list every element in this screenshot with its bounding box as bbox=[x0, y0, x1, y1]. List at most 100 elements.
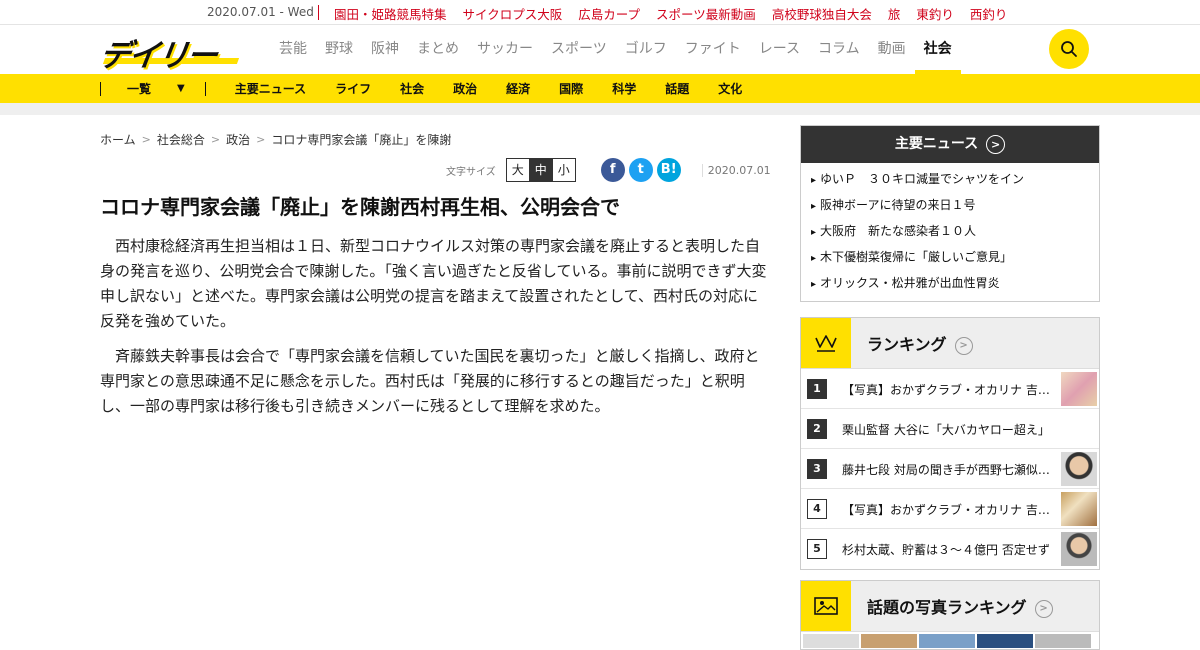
top-news-item[interactable]: 木下優樹菜復帰に「厳しいご意見」 bbox=[811, 245, 1099, 271]
subnav-item[interactable]: 経済 bbox=[506, 80, 530, 97]
article-headline: コロナ専門家会議「廃止」を陳謝西村再生相、公明会合で bbox=[100, 195, 620, 219]
ranking-title-text: 杉村太蔵、貯蓄は３～４億円 否定せず bbox=[842, 543, 1050, 557]
arrow-right-circle-icon: > bbox=[1034, 599, 1053, 618]
subnav-item[interactable]: 政治 bbox=[453, 80, 477, 97]
featured-link[interactable]: 園田・姫路競馬特集 bbox=[334, 4, 447, 23]
photo-ranking-header[interactable]: 話題の写真ランキング > bbox=[801, 581, 1099, 632]
article-date: 2020.07.01 bbox=[701, 163, 771, 177]
top-news-item[interactable]: 大阪府 新たな感染者１０人 bbox=[811, 219, 1099, 245]
nav-item[interactable]: 芸能 bbox=[270, 25, 316, 74]
sidebar: 主要ニュース > ゆいＰ ３０キロ減量でシャツをイン 阪神ボーアに待望の来日１号 … bbox=[800, 125, 1100, 650]
nav-item[interactable]: コラム bbox=[809, 25, 869, 74]
font-size-large-button[interactable]: 大 bbox=[505, 158, 530, 182]
subnav-item[interactable]: 社会 bbox=[400, 80, 424, 97]
ranking-thumbnail bbox=[1061, 452, 1097, 486]
top-news-title: 主要ニュース bbox=[894, 136, 979, 152]
sub-nav: 一覧 ▼ 主要ニュース ライフ 社会 政治 経済 国際 科学 話題 文化 bbox=[0, 74, 1200, 103]
arrow-right-circle-icon: > bbox=[986, 134, 1006, 154]
nav-item[interactable]: ゴルフ bbox=[616, 25, 676, 74]
article-paragraph: 西村康稔経済再生担当相は１日、新型コロナウイルス対策の専門家会議を廃止すると表明… bbox=[100, 237, 767, 330]
featured-links: 園田・姫路競馬特集 サイクロプス大阪 広島カープ スポーツ最新動画 高校野球独自… bbox=[334, 4, 1007, 23]
featured-link[interactable]: 広島カープ bbox=[578, 4, 640, 23]
photo-thumbnail[interactable] bbox=[977, 634, 1033, 648]
nav-item[interactable]: レース bbox=[750, 25, 809, 74]
ranking-thumbnail bbox=[1061, 492, 1097, 526]
photo-thumbnails bbox=[801, 632, 1099, 648]
article-body: 西村康稔経済再生担当相は１日、新型コロナウイルス対策の専門家会議を廃止すると表明… bbox=[100, 234, 770, 429]
ranking-title-text: 藤井七段 対局の聞き手が西野七瀬似… bbox=[842, 463, 1050, 477]
ranking-title: ランキング bbox=[867, 335, 947, 354]
ranking-row[interactable]: 4 【写真】おかずクラブ・オカリナ 吉… bbox=[801, 489, 1099, 529]
share-buttons: f t B! bbox=[600, 158, 681, 182]
chevron-right-icon: > bbox=[210, 133, 221, 146]
ranking-row[interactable]: 1 【写真】おかずクラブ・オカリナ 吉… bbox=[801, 369, 1099, 409]
ranking-box: ランキング > 1 【写真】おかずクラブ・オカリナ 吉… 2 栗山監督 大谷に「大… bbox=[800, 317, 1100, 570]
image-icon bbox=[801, 581, 851, 631]
top-news-item[interactable]: ゆいＰ ３０キロ減量でシャツをイン bbox=[811, 167, 1099, 193]
list-dropdown-label[interactable]: 一覧 bbox=[127, 80, 177, 97]
breadcrumb: ホーム > 社会総合 > 政治 > コロナ専門家会議「廃止」を陳謝 bbox=[100, 131, 451, 148]
font-size-medium-button[interactable]: 中 bbox=[528, 158, 553, 182]
ranking-row[interactable]: 3 藤井七段 対局の聞き手が西野七瀬似… bbox=[801, 449, 1099, 489]
font-size-small-button[interactable]: 小 bbox=[551, 158, 576, 182]
twitter-icon[interactable]: t bbox=[628, 158, 653, 182]
nav-item[interactable]: サッカー bbox=[468, 25, 542, 74]
hatena-bookmark-icon[interactable]: B! bbox=[656, 158, 681, 182]
breadcrumb-link[interactable]: ホーム bbox=[100, 131, 136, 148]
subnav-item[interactable]: 科学 bbox=[612, 80, 636, 97]
divider bbox=[100, 81, 101, 96]
ranking-header[interactable]: ランキング > bbox=[801, 318, 1099, 369]
subnav-item[interactable]: 国際 bbox=[559, 80, 583, 97]
nav-item[interactable]: 阪神 bbox=[362, 25, 408, 74]
search-button[interactable] bbox=[1049, 29, 1089, 69]
subnav-item[interactable]: 主要ニュース bbox=[235, 80, 306, 97]
ranking-thumbnail bbox=[1061, 532, 1097, 566]
featured-link[interactable]: 東釣り bbox=[916, 4, 954, 23]
breadcrumb-link[interactable]: 社会総合 bbox=[157, 131, 205, 148]
featured-link[interactable]: 高校野球独自大会 bbox=[772, 4, 872, 23]
subnav-item[interactable]: ライフ bbox=[335, 80, 371, 97]
ranking-row[interactable]: 2 栗山監督 大谷に「大バカヤロー超え」 bbox=[801, 409, 1099, 449]
top-news-header[interactable]: 主要ニュース > bbox=[801, 126, 1099, 163]
top-news-item[interactable]: 阪神ボーアに待望の来日１号 bbox=[811, 193, 1099, 219]
breadcrumb-current: コロナ専門家会議「廃止」を陳謝 bbox=[271, 133, 452, 147]
top-news-list: ゆいＰ ３０キロ減量でシャツをイン 阪神ボーアに待望の来日１号 大阪府 新たな感… bbox=[801, 163, 1099, 301]
nav-item[interactable]: 動画 bbox=[869, 25, 915, 74]
featured-link[interactable]: サイクロプス大阪 bbox=[463, 4, 563, 23]
crown-icon bbox=[801, 318, 851, 368]
article-paragraph: 斉藤鉄夫幹事長は会合で「専門家会議を信頼していた国民を裏切った」と厳しく指摘し、… bbox=[100, 347, 760, 415]
nav-item[interactable]: スポーツ bbox=[542, 25, 616, 74]
photo-ranking-box: 話題の写真ランキング > bbox=[800, 580, 1100, 650]
featured-link[interactable]: 旅 bbox=[888, 4, 901, 23]
facebook-icon[interactable]: f bbox=[600, 158, 625, 182]
featured-link[interactable]: スポーツ最新動画 bbox=[656, 4, 756, 23]
main-nav: 芸能 野球 阪神 まとめ サッカー スポーツ ゴルフ ファイト レース コラム … bbox=[270, 25, 961, 74]
ranking-row[interactable]: 5 杉村太蔵、貯蓄は３～４億円 否定せず bbox=[801, 529, 1099, 569]
photo-thumbnail[interactable] bbox=[861, 634, 917, 648]
ranking-title-text: 【写真】おかずクラブ・オカリナ 吉… bbox=[842, 383, 1050, 397]
divider bbox=[204, 81, 206, 96]
site-logo[interactable]: デイリー bbox=[97, 32, 240, 74]
top-news-box: 主要ニュース > ゆいＰ ３０キロ減量でシャツをイン 阪神ボーアに待望の来日１号 … bbox=[800, 125, 1100, 302]
photo-thumbnail[interactable] bbox=[803, 634, 859, 648]
subnav-item[interactable]: 話題 bbox=[665, 80, 689, 97]
arrow-right-circle-icon: > bbox=[954, 336, 973, 355]
photo-thumbnail[interactable] bbox=[1035, 634, 1091, 648]
subnav-item[interactable]: 文化 bbox=[718, 80, 742, 97]
top-utility-bar: 2020.07.01 - Wed 園田・姫路競馬特集 サイクロプス大阪 広島カー… bbox=[0, 0, 1200, 25]
nav-item[interactable]: まとめ bbox=[408, 25, 468, 74]
current-date: 2020.07.01 - Wed bbox=[207, 5, 314, 19]
triangle-down-icon[interactable]: ▼ bbox=[177, 83, 185, 94]
rank-number: 4 bbox=[807, 499, 827, 519]
nav-item-active[interactable]: 社会 bbox=[914, 25, 961, 74]
rank-number: 5 bbox=[807, 539, 827, 559]
top-news-item[interactable]: オリックス・松井雅が出血性胃炎 bbox=[811, 271, 1099, 297]
breadcrumb-link[interactable]: 政治 bbox=[226, 131, 250, 148]
nav-item[interactable]: ファイト bbox=[676, 25, 750, 74]
rank-number: 2 bbox=[807, 419, 827, 439]
featured-link[interactable]: 西釣り bbox=[970, 4, 1008, 23]
article-tools: 文字サイズ 大 中 小 f t B! 2020.07.01 bbox=[446, 158, 771, 182]
site-header: デイリー 芸能 野球 阪神 まとめ サッカー スポーツ ゴルフ ファイト レース… bbox=[0, 25, 1200, 74]
photo-thumbnail[interactable] bbox=[919, 634, 975, 648]
nav-item[interactable]: 野球 bbox=[316, 25, 362, 74]
